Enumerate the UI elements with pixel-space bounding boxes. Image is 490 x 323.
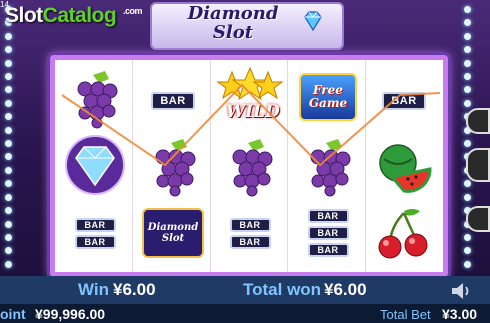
cherries-icon bbox=[378, 209, 428, 259]
symbol-cherries bbox=[368, 200, 440, 266]
total-won-label: Total won bbox=[243, 280, 322, 299]
symbol-bar-double: BAR BAR bbox=[214, 200, 286, 266]
diamond-icon bbox=[304, 11, 322, 32]
point-value: ¥99,996.00 bbox=[35, 306, 106, 322]
win-value: ¥6.00 bbox=[113, 280, 156, 299]
symbol-bar-double: BAR BAR bbox=[59, 200, 131, 266]
symbol-grapes bbox=[59, 66, 131, 132]
symbol-watermelon bbox=[368, 134, 440, 200]
symbol-wild: WILD bbox=[214, 64, 286, 130]
symbol-free-game: Free Game bbox=[292, 64, 364, 130]
left-light-strip bbox=[2, 6, 14, 268]
total-bet-label: Total Bet bbox=[380, 307, 431, 322]
grapes-icon bbox=[77, 71, 118, 129]
total-won-value: ¥6.00 bbox=[324, 280, 367, 299]
game-title: Diamond Slot bbox=[187, 3, 279, 43]
symbol-grapes bbox=[214, 134, 286, 200]
reel-window: BAR BAR BAR Diamond Slot WILD BAR BAR Fr… bbox=[50, 55, 448, 277]
symbol-bar: BAR bbox=[137, 68, 209, 134]
symbol-bar: BAR bbox=[368, 68, 440, 134]
diamond-icon bbox=[65, 135, 125, 195]
symbol-grapes bbox=[292, 134, 364, 200]
side-spin-button[interactable] bbox=[466, 148, 490, 182]
symbol-diamond bbox=[59, 132, 131, 198]
symbol-diamond-slot: Diamond Slot bbox=[137, 200, 209, 266]
site-logo: SlotCatalog .com bbox=[5, 4, 143, 27]
total-bet-value: ¥3.00 bbox=[442, 306, 478, 322]
speaker-icon[interactable] bbox=[450, 280, 474, 302]
grapes-icon bbox=[310, 139, 351, 197]
side-info-button[interactable] bbox=[466, 108, 490, 134]
grapes-icon bbox=[155, 139, 196, 197]
side-auto-button[interactable] bbox=[466, 206, 490, 232]
point-label: oint bbox=[0, 306, 26, 322]
symbol-bar-triple: BAR BAR BAR bbox=[292, 200, 364, 266]
win-label: Win bbox=[78, 280, 110, 299]
grapes-icon bbox=[232, 139, 273, 197]
watermelon-icon bbox=[379, 144, 432, 193]
symbol-grapes bbox=[137, 134, 209, 200]
